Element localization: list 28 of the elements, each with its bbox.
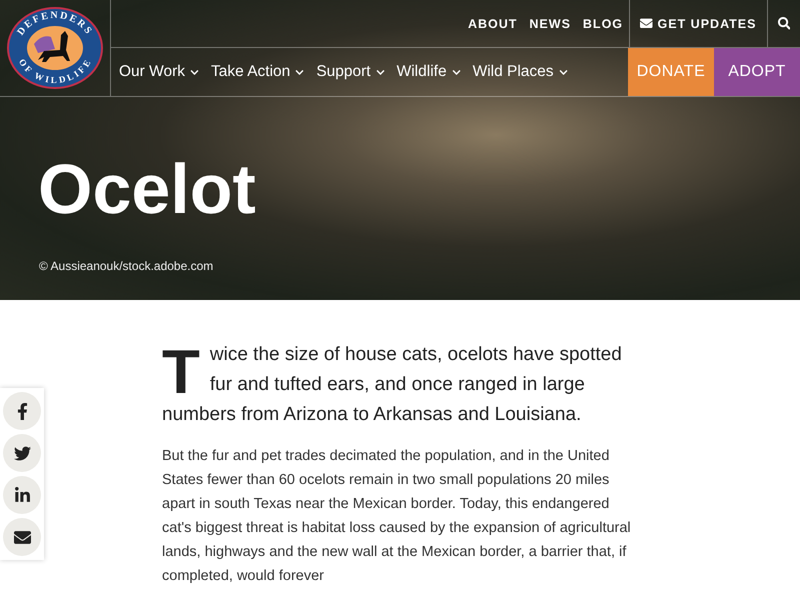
linkedin-share-button[interactable] xyxy=(3,476,41,514)
linkedin-icon xyxy=(14,486,30,504)
photo-credit: © Aussieanouk/stock.adobe.com xyxy=(39,259,214,273)
twitter-share-button[interactable] xyxy=(3,434,41,472)
nav-link[interactable]: BLOG xyxy=(576,0,630,47)
adopt-button[interactable]: ADOPT xyxy=(714,48,800,96)
envelope-icon xyxy=(640,17,653,30)
chevron-down-icon xyxy=(295,68,304,76)
chevron-down-icon xyxy=(452,68,461,76)
nav-menu-item[interactable]: Wild Places xyxy=(464,48,572,96)
nav-menu-item[interactable]: Wildlife xyxy=(388,48,465,96)
nav-menu-item[interactable]: Support xyxy=(308,48,389,96)
chevron-down-icon xyxy=(190,68,200,76)
nav-link[interactable]: ABOUT xyxy=(462,0,524,47)
email-icon xyxy=(14,528,30,546)
drop-cap: T xyxy=(162,346,200,400)
twitter-icon xyxy=(14,444,30,462)
chevron-down-icon xyxy=(376,68,385,76)
nav-menu-item[interactable]: Take Action xyxy=(203,48,308,96)
body-paragraph: But the fur and pet trades decimated the population, and in the United States fewer than 60 ocelots remain in two small populations 20 miles apart in south Texas near the Mexican border. Today, this endangered cat's biggest threat is habitat loss caused by the expansion of agricultural lands, highways and the new wall at the Mexican border, a barrier that, if completed, would forever xyxy=(162,447,632,586)
email-share-button[interactable] xyxy=(3,518,41,556)
nav-menu-item[interactable]: Our Work xyxy=(111,48,204,96)
nav-link[interactable]: NEWS xyxy=(523,0,577,47)
chevron-down-icon xyxy=(558,68,568,76)
page-title: Ocelot xyxy=(38,149,256,229)
updates-link[interactable]: GET UPDATES xyxy=(629,0,766,47)
search-icon xyxy=(778,17,790,30)
facebook-share-button[interactable] xyxy=(3,392,41,430)
